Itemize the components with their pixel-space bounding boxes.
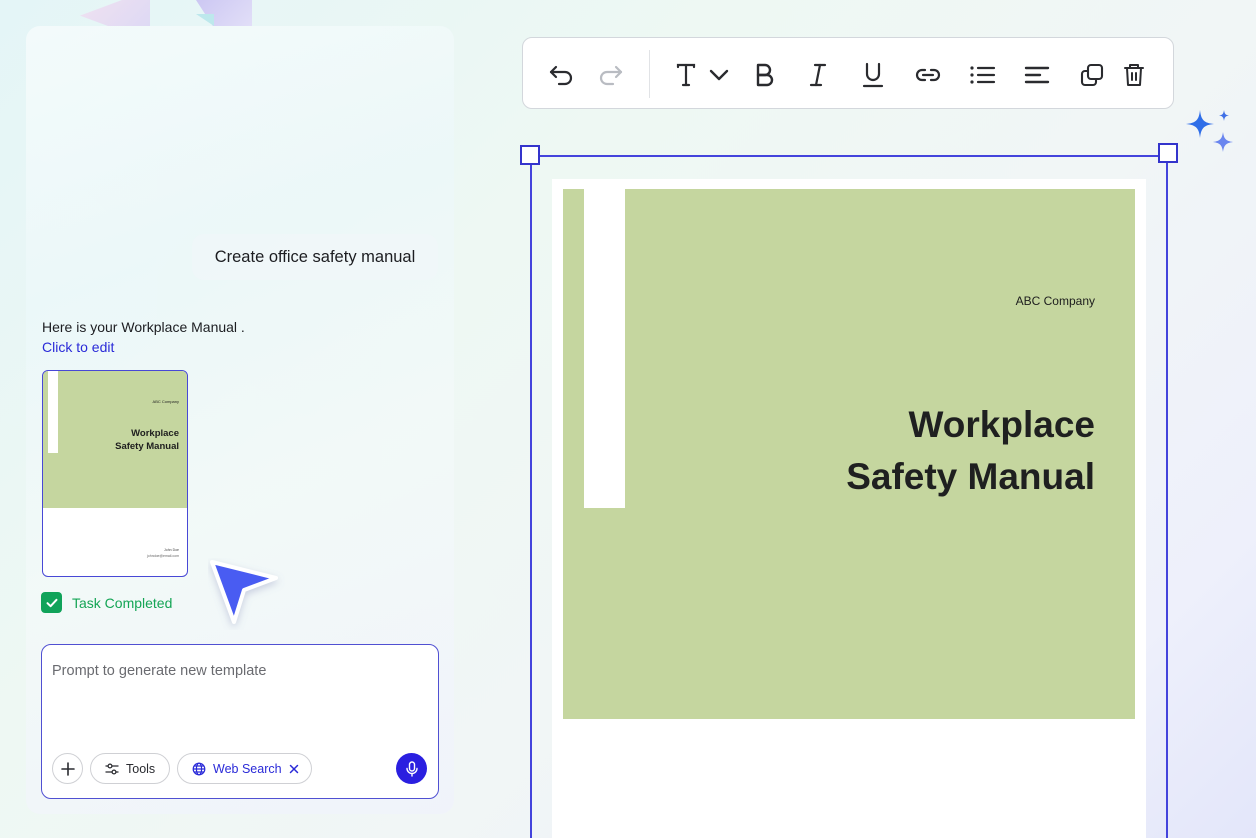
undo-button[interactable] (547, 60, 577, 90)
web-search-label: Web Search (213, 761, 282, 776)
italic-button[interactable] (803, 60, 833, 90)
globe-icon (192, 762, 206, 775)
web-search-toggle[interactable]: Web Search (177, 753, 312, 784)
thumbnail-accent-strip (48, 371, 58, 453)
voice-input-button[interactable] (396, 753, 427, 784)
task-status-label: Task Completed (72, 594, 173, 611)
document-company[interactable]: ABC Company (1016, 294, 1095, 308)
prompt-box: Tools Web Search (41, 644, 439, 799)
thumbnail-email: johndoe@email.com (147, 554, 179, 558)
close-icon[interactable] (289, 764, 299, 774)
align-left-button[interactable] (1022, 60, 1052, 90)
microphone-icon (405, 760, 418, 777)
document-page[interactable]: ABC Company Workplace Safety Manual (552, 179, 1146, 838)
document-title[interactable]: Workplace Safety Manual (846, 399, 1095, 503)
underline-icon (862, 62, 884, 88)
background-decoration (80, 0, 150, 26)
ai-sparkle-icon (1186, 110, 1233, 152)
plus-icon (60, 761, 75, 776)
click-to-edit-link[interactable]: Click to edit (42, 339, 114, 355)
task-status: Task Completed (41, 592, 172, 613)
tools-label: Tools (126, 761, 156, 776)
redo-button[interactable] (595, 60, 625, 90)
toolbar-divider (649, 50, 650, 98)
sliders-icon (105, 762, 119, 775)
bold-icon (756, 63, 774, 87)
user-message-text: Create office safety manual (214, 247, 416, 266)
chevron-down-icon (709, 69, 729, 81)
link-icon (915, 68, 941, 82)
trash-icon (1124, 64, 1144, 86)
bullet-list-button[interactable] (968, 60, 998, 90)
resize-handle-top-left[interactable] (520, 145, 540, 165)
link-button[interactable] (913, 60, 943, 90)
user-message-bubble: Create office safety manual (192, 234, 438, 280)
align-left-icon (1024, 66, 1050, 84)
duplicate-button[interactable] (1077, 60, 1107, 90)
bullet-list-icon (970, 66, 996, 84)
cursor-pointer-icon (210, 560, 278, 624)
redo-icon (599, 65, 623, 86)
resize-handle-top-right[interactable] (1158, 143, 1178, 163)
thumbnail-title: Workplace Safety Manual (115, 428, 179, 452)
text-style-dropdown[interactable] (704, 60, 734, 90)
tools-button[interactable]: Tools (90, 753, 170, 784)
cover-accent-strip (584, 189, 625, 508)
delete-button[interactable] (1119, 60, 1149, 90)
undo-icon (549, 65, 573, 86)
prompt-input[interactable] (52, 663, 422, 679)
add-attachment-button[interactable] (52, 753, 83, 784)
document-thumbnail[interactable]: ABC Company Workplace Safety Manual John… (42, 370, 188, 577)
underline-button[interactable] (858, 60, 888, 90)
italic-icon (809, 63, 827, 87)
bold-button[interactable] (749, 60, 779, 90)
background-decoration (196, 0, 252, 26)
duplicate-icon (1080, 63, 1104, 87)
thumbnail-company: ABC Company (152, 399, 179, 404)
thumbnail-author: John Doe (164, 548, 179, 552)
text-icon (676, 63, 696, 87)
background-decoration (196, 14, 214, 26)
text-style-button[interactable] (671, 60, 701, 90)
assistant-message: Here is your Workplace Manual . (42, 319, 245, 335)
check-icon (41, 592, 62, 613)
chat-panel: Create office safety manual Here is your… (26, 26, 454, 814)
format-toolbar (522, 37, 1174, 109)
